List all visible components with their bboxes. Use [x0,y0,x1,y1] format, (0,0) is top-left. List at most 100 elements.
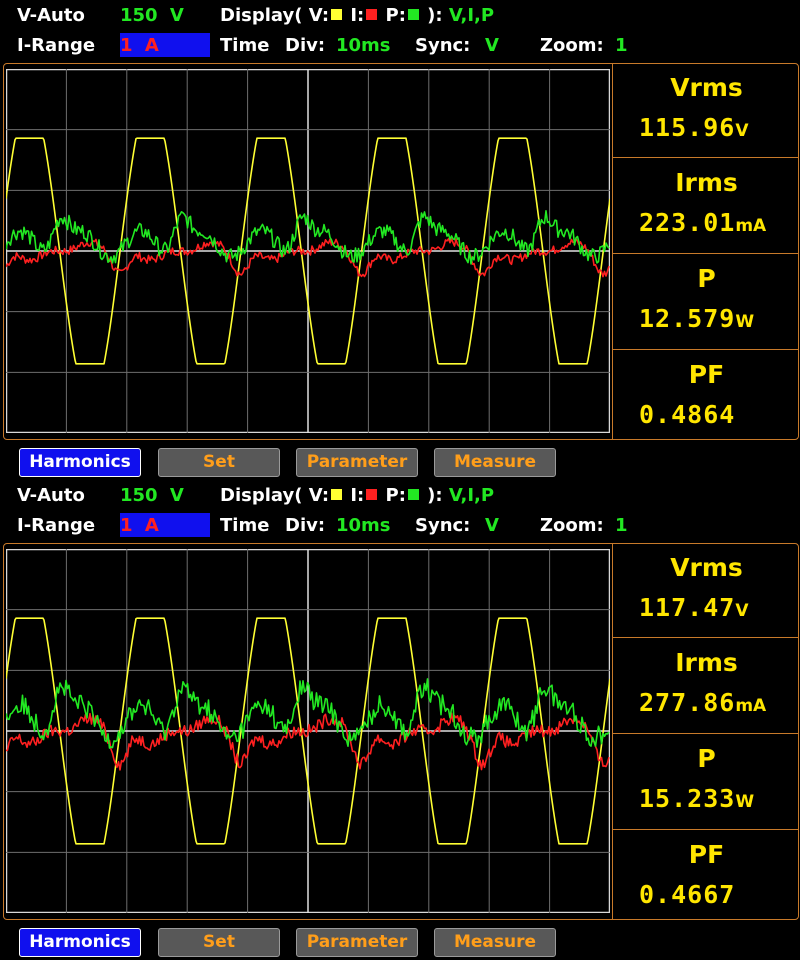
range-mode: V-Auto [17,485,85,506]
measurement-irms[interactable]: Irms 223.01mA [612,157,799,253]
measurement-value: 0.4864 [639,400,736,429]
measurement-pf[interactable]: PF 0.4667 [612,829,799,920]
measurement-label: PF [688,840,725,869]
sync-label: Sync: [415,35,471,56]
measurement-value: 117.47 [639,593,736,622]
display-p-label: P: [385,5,406,26]
power-color-square-icon [407,489,419,500]
measurement-value-wrap: 0.4864 [639,400,735,429]
parameter-button[interactable]: Parameter [296,448,418,477]
measurement-unit: W [735,312,755,332]
sync-label: Sync: [415,515,471,536]
measurement-power[interactable]: P 15.233W [612,733,799,829]
zoom-value[interactable]: 1 [615,515,628,537]
display-suffix: ): [427,485,443,506]
div-label: Div: [285,515,326,536]
time-label: Time [220,35,270,56]
measurement-vrms[interactable]: Vrms 115.96V [612,63,799,157]
voltage-color-square-icon [331,9,343,20]
measure-button[interactable]: Measure [434,448,556,477]
voltage-range: 150 V [120,485,184,507]
measurement-label: Irms [675,648,738,677]
time-div-value[interactable]: 10ms [336,35,391,57]
irange-unit: A [144,35,159,56]
display-channels[interactable]: Display( V: I: P: ): V,I,P [220,485,494,507]
measurement-value: 0.4667 [639,880,736,909]
irange-value: 1 [120,515,133,536]
display-i-label: I: [350,5,365,26]
measurement-value: 115.96 [639,113,736,142]
measurement-irms[interactable]: Irms 277.86mA [612,637,799,733]
measurement-column: Vrms 117.47V Irms 277.86mA P 15.233W PF … [612,543,799,920]
measurement-value-wrap: 12.579W [639,304,754,333]
voltage-color-square-icon [331,489,343,500]
display-i-label: I: [350,485,365,506]
zoom-label: Zoom: [540,515,604,536]
measurement-value-wrap: 223.01mA [639,208,766,237]
set-button[interactable]: Set [158,448,280,477]
range-mode: V-Auto [17,5,85,26]
measurement-value: 12.579 [639,304,736,333]
voltage-range-unit: V [169,485,184,506]
zoom-value[interactable]: 1 [615,35,628,57]
display-channels[interactable]: Display( V: I: P: ): V,I,P [220,5,494,27]
irange-unit: A [144,515,159,536]
display-suffix: ): [427,5,443,26]
measurement-label: Irms [675,168,738,197]
measure-button[interactable]: Measure [434,928,556,957]
sync-value[interactable]: V [485,35,499,57]
waveform-plot [6,69,610,433]
measurement-value-wrap: 0.4667 [639,880,735,909]
display-channels-value: V,I,P [448,5,495,26]
display-prefix: Display( V: [220,485,330,506]
measurement-label: Vrms [670,553,743,582]
current-color-square-icon [366,9,378,20]
display-channels-value: V,I,P [448,485,495,506]
measurement-unit: W [735,792,755,812]
irange-selector[interactable]: 1 A [120,513,210,537]
measurement-value-wrap: 115.96V [639,113,748,142]
measurement-value-wrap: 15.233W [639,784,754,813]
analyzer-panel-2: V-Auto 150 V Display( V: I: P: ): V,I,P … [0,480,800,960]
harmonics-button[interactable]: Harmonics [19,448,141,477]
zoom-label: Zoom: [540,35,604,56]
measurement-power[interactable]: P 12.579W [612,253,799,349]
measurement-unit: V [735,121,749,141]
parameter-button[interactable]: Parameter [296,928,418,957]
measurement-unit: V [735,601,749,621]
voltage-range-value: 150 [120,5,158,26]
voltage-range: 150 V [120,5,184,27]
measurement-value: 223.01 [639,208,736,237]
measurement-pf[interactable]: PF 0.4864 [612,349,799,440]
time-label: Time [220,515,270,536]
div-label: Div: [285,35,326,56]
measurement-unit: mA [735,696,767,716]
display-prefix: Display( V: [220,5,330,26]
set-button[interactable]: Set [158,928,280,957]
voltage-range-unit: V [169,5,184,26]
waveform-plot [6,549,610,913]
measurement-label: PF [688,360,725,389]
measurement-value-wrap: 277.86mA [639,688,766,717]
measurement-label: P [697,744,716,773]
measurement-value: 15.233 [639,784,736,813]
irange-label: I-Range [17,35,96,56]
sync-value[interactable]: V [485,515,499,537]
measurement-value: 277.86 [639,688,736,717]
voltage-range-value: 150 [120,485,158,506]
measurement-column: Vrms 115.96V Irms 223.01mA P 12.579W PF … [612,63,799,440]
irange-value: 1 [120,35,133,56]
time-div-value[interactable]: 10ms [336,515,391,537]
measurement-vrms[interactable]: Vrms 117.47V [612,543,799,637]
power-color-square-icon [407,9,419,20]
irange-label: I-Range [17,515,96,536]
measurement-unit: mA [735,216,767,236]
irange-selector[interactable]: 1 A [120,33,210,57]
analyzer-panel-1: V-Auto 150 V Display( V: I: P: ): V,I,P … [0,0,800,480]
harmonics-button[interactable]: Harmonics [19,928,141,957]
measurement-label: P [697,264,716,293]
current-color-square-icon [366,489,378,500]
measurement-label: Vrms [670,73,743,102]
measurement-value-wrap: 117.47V [639,593,748,622]
display-p-label: P: [385,485,406,506]
